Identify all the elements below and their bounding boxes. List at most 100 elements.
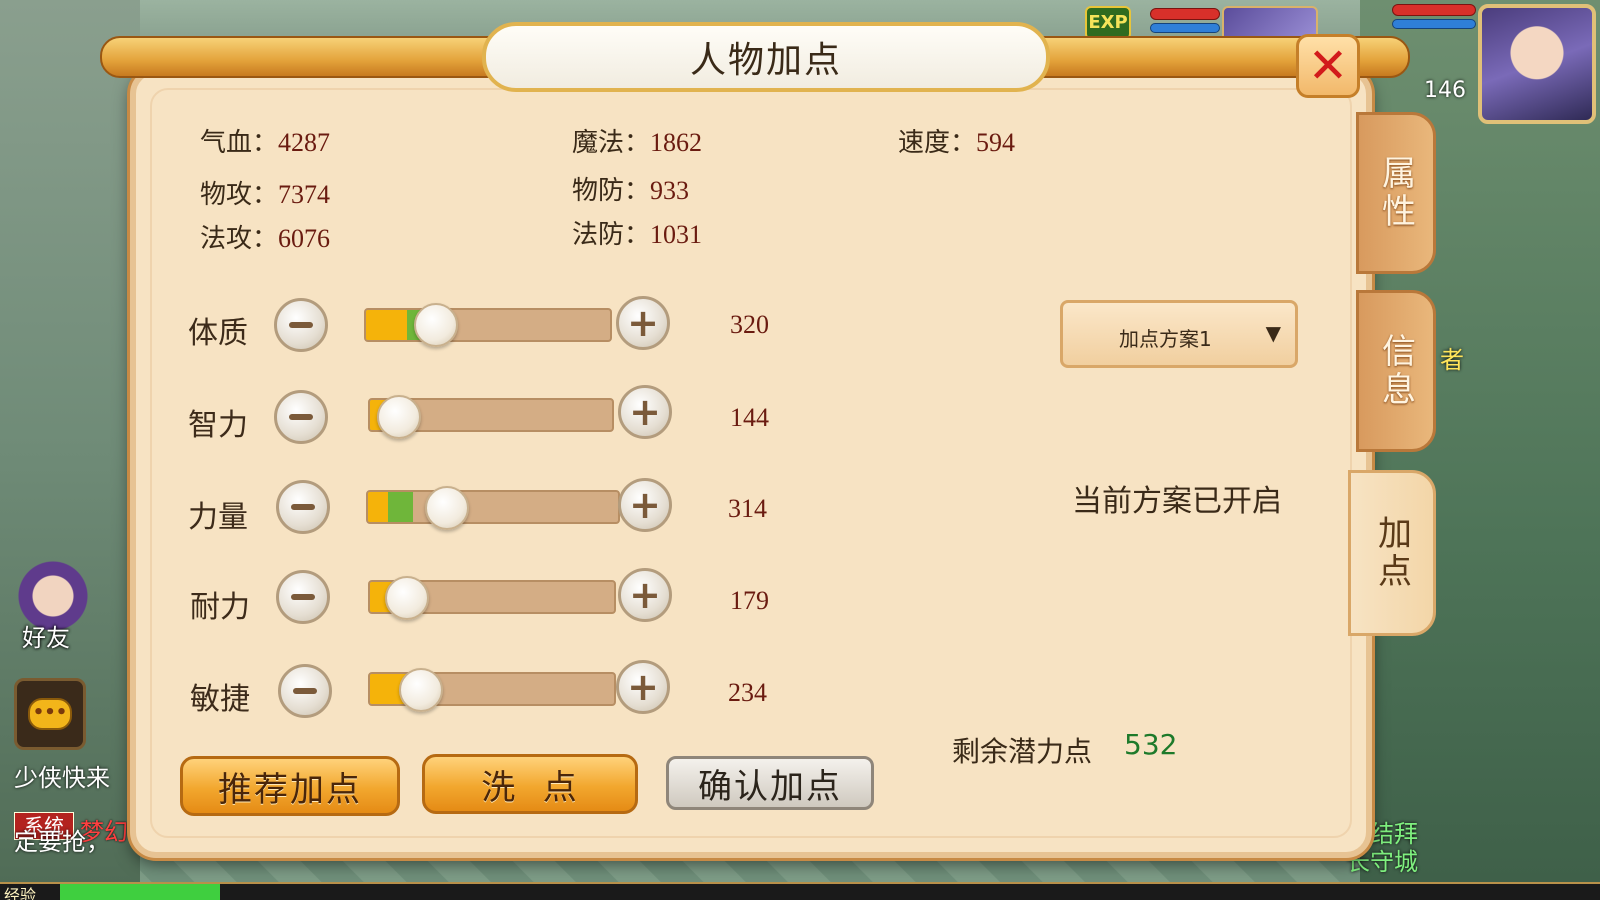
stat-mp: 魔法：1862 xyxy=(572,122,702,159)
minus-icon xyxy=(291,504,315,510)
remaining-points-value: 532 xyxy=(1124,728,1178,761)
decrease-button[interactable] xyxy=(274,298,328,352)
point-scheme-dropdown[interactable]: 加点方案1 ▼ xyxy=(1060,300,1298,368)
close-button[interactable]: ✕ xyxy=(1296,34,1360,98)
attribute-label: 体质 xyxy=(188,316,248,351)
scheme-status-text: 当前方案已开启 xyxy=(1072,484,1282,519)
stat-physical-defense-value: 933 xyxy=(650,176,690,205)
slider-fill xyxy=(366,310,408,340)
attribute-slider[interactable] xyxy=(366,490,620,524)
dropdown-arrow-icon: ▼ xyxy=(1265,321,1281,345)
tab-info-label: 信息 xyxy=(1375,333,1416,409)
stat-hp: 气血：4287 xyxy=(200,122,330,159)
recommend-points-button[interactable]: 推荐加点 xyxy=(180,756,400,816)
stat-physical-attack: 物攻：7374 xyxy=(200,174,330,211)
recommend-points-label: 推荐加点 xyxy=(218,769,362,810)
stat-mp-label: 魔法： xyxy=(572,128,651,158)
stat-magic-defense-value: 1031 xyxy=(650,220,703,249)
slider-handle[interactable] xyxy=(399,668,443,712)
plus-icon: + xyxy=(629,483,661,527)
attribute-label: 智力 xyxy=(188,408,248,443)
increase-button[interactable]: + xyxy=(618,478,672,532)
plus-icon: + xyxy=(629,573,661,617)
decrease-button[interactable] xyxy=(276,480,330,534)
increase-button[interactable]: + xyxy=(618,568,672,622)
remaining-points-label: 剩余潜力点 xyxy=(952,735,1093,768)
attribute-value: 234 xyxy=(728,678,767,707)
reset-points-label: 洗 点 xyxy=(481,767,579,808)
plus-icon: + xyxy=(627,301,659,345)
stat-speed-value: 594 xyxy=(976,128,1016,157)
chat-message-line: 定要抢， xyxy=(14,828,110,856)
chat-button[interactable]: ••• xyxy=(14,678,86,750)
stat-magic-attack-label: 法攻： xyxy=(200,224,279,254)
player-level: 146 xyxy=(1424,78,1466,103)
player-status-bars xyxy=(1392,4,1476,40)
increase-button[interactable]: + xyxy=(618,385,672,439)
pet-mp-bar xyxy=(1150,23,1220,33)
tab-attributes[interactable]: 属性 xyxy=(1356,112,1436,274)
stat-magic-attack-value: 6076 xyxy=(278,224,331,253)
stat-mp-value: 1862 xyxy=(650,128,703,157)
stat-magic-attack: 法攻：6076 xyxy=(200,218,330,255)
player-hp-bar xyxy=(1392,4,1476,16)
slider-fill-bonus xyxy=(388,492,413,522)
exp-icon[interactable]: EXP xyxy=(1085,6,1131,40)
attribute-slider[interactable] xyxy=(364,308,612,342)
point-scheme-selected: 加点方案1 xyxy=(1119,327,1212,351)
stat-physical-defense-label: 物防： xyxy=(572,176,651,206)
attribute-value: 144 xyxy=(730,403,769,432)
stat-physical-attack-value: 7374 xyxy=(278,180,331,209)
experience-bar: 经验 xyxy=(0,882,1600,900)
pet-status-bars xyxy=(1150,8,1220,38)
pet-hp-bar xyxy=(1150,8,1220,20)
player-mp-bar xyxy=(1392,19,1476,29)
experience-label: 经验 xyxy=(4,886,37,900)
dialog-inner-frame xyxy=(150,88,1352,838)
minus-icon xyxy=(293,688,317,694)
stat-hp-label: 气血： xyxy=(200,128,279,158)
minus-icon xyxy=(291,594,315,600)
friends-label: 好友 xyxy=(22,624,70,652)
stat-physical-attack-label: 物攻： xyxy=(200,180,279,210)
minus-icon xyxy=(289,322,313,328)
experience-bar-fill xyxy=(60,884,220,900)
tab-info[interactable]: 信息 xyxy=(1356,290,1436,452)
tab-add-points-label: 加点 xyxy=(1371,515,1412,591)
chat-bubble-icon: ••• xyxy=(28,698,72,730)
slider-fill xyxy=(368,492,388,522)
close-icon: ✕ xyxy=(1307,38,1349,94)
tab-attributes-label: 属性 xyxy=(1375,155,1416,231)
increase-button[interactable]: + xyxy=(616,660,670,714)
plus-icon: + xyxy=(629,390,661,434)
minus-icon xyxy=(289,414,313,420)
dialog-title-plaque: 人物加点 xyxy=(482,22,1050,92)
player-avatar[interactable] xyxy=(1478,4,1596,124)
attribute-value: 179 xyxy=(730,586,769,615)
decrease-button[interactable] xyxy=(274,390,328,444)
stat-physical-defense: 物防：933 xyxy=(572,170,689,207)
attribute-label: 耐力 xyxy=(190,590,250,625)
attribute-value: 314 xyxy=(728,494,767,523)
tab-add-points[interactable]: 加点 xyxy=(1348,470,1436,636)
increase-button[interactable]: + xyxy=(616,296,670,350)
dialog-title: 人物加点 xyxy=(689,40,842,81)
slider-handle[interactable] xyxy=(414,303,458,347)
world-npc-name: 者 xyxy=(1440,346,1464,374)
slider-handle[interactable] xyxy=(425,486,469,530)
slider-handle[interactable] xyxy=(385,576,429,620)
stat-speed-label: 速度： xyxy=(898,128,977,158)
decrease-button[interactable] xyxy=(276,570,330,624)
attribute-label: 敏捷 xyxy=(190,682,250,717)
stat-hp-value: 4287 xyxy=(278,128,331,157)
slider-handle[interactable] xyxy=(377,395,421,439)
confirm-points-button[interactable]: 确认加点 xyxy=(666,756,874,810)
confirm-points-label: 确认加点 xyxy=(698,766,842,807)
decrease-button[interactable] xyxy=(278,664,332,718)
stat-magic-defense-label: 法防： xyxy=(572,220,651,250)
reset-points-button[interactable]: 洗 点 xyxy=(422,754,638,814)
plus-icon: + xyxy=(627,665,659,709)
chat-message-line: 少侠快来 xyxy=(14,764,110,792)
attribute-value: 320 xyxy=(730,310,769,339)
stat-magic-defense: 法防：1031 xyxy=(572,214,702,251)
